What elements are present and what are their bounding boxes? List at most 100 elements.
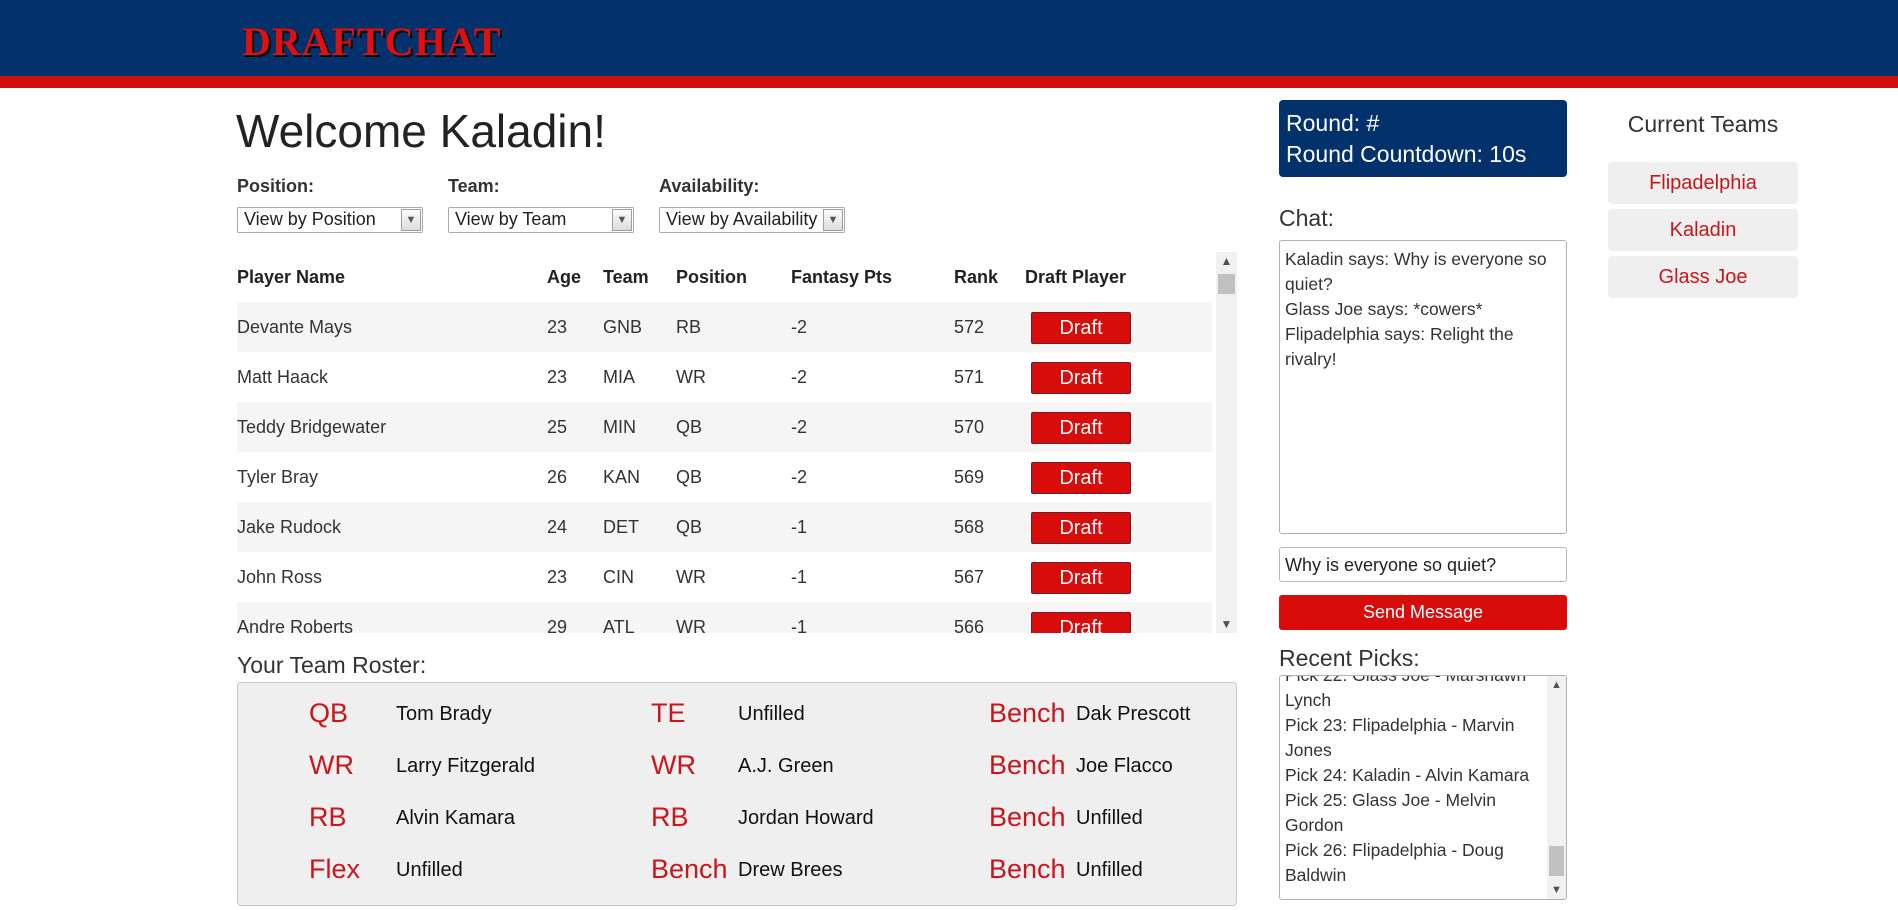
draft-button[interactable]: Draft [1031, 462, 1131, 494]
team-roster: QB Tom Brady WR Larry Fitzgerald RB Alvi… [237, 682, 1237, 906]
player-team: ATL [603, 617, 635, 633]
player-age: 26 [547, 467, 568, 487]
roster-player: Unfilled [396, 859, 463, 881]
table-row: Andre Roberts 29 ATL WR -1 566 Draft [237, 602, 1212, 633]
player-fantasy-pts: -1 [791, 517, 808, 537]
position-select[interactable]: View by Position ▼ [237, 207, 423, 233]
chat-message-input[interactable]: Why is everyone so quiet? [1279, 547, 1567, 582]
chat-message: Flipadelphia says: Relight the rivalry! [1285, 324, 1514, 369]
scroll-down-icon[interactable]: ▼ [1216, 615, 1237, 633]
round-status: Round: # Round Countdown: 10s [1279, 100, 1567, 177]
list-item: Pick 22: Glass Joe - Marshawn Lynch [1285, 675, 1527, 710]
player-name: Matt Haack [237, 367, 329, 387]
position-filter-label: Position: [237, 176, 314, 196]
draft-button[interactable]: Draft [1031, 312, 1131, 344]
draft-button[interactable]: Draft [1031, 562, 1131, 594]
table-row: Jake Rudock 24 DET QB -1 568 Draft [237, 502, 1212, 552]
draft-button[interactable]: Draft [1031, 412, 1131, 444]
table-row: Teddy Bridgewater 25 MIN QB -2 570 Draft [237, 402, 1212, 452]
list-item: Pick 23: Flipadelphia - Marvin Jones [1285, 715, 1515, 760]
availability-filter-label: Availability: [659, 176, 760, 196]
player-table[interactable]: Player Name Age Team Position Fantasy Pt… [237, 252, 1237, 633]
column-header-rank[interactable]: Rank [954, 252, 998, 302]
player-position: WR [676, 367, 706, 387]
player-age: 25 [547, 417, 568, 437]
player-rank: 567 [954, 567, 985, 587]
team-select[interactable]: View by Team ▼ [448, 207, 634, 233]
page-title: Welcome Kaladin! [236, 105, 606, 157]
round-countdown: Round Countdown: 10s [1286, 141, 1527, 167]
player-team: KAN [603, 467, 641, 487]
player-name: Andre Roberts [237, 617, 354, 633]
send-message-button[interactable]: Send Message [1279, 595, 1567, 630]
player-rank: 570 [954, 417, 985, 437]
scroll-down-icon[interactable]: ▼ [1547, 881, 1566, 899]
column-header-team[interactable]: Team [603, 252, 649, 302]
draft-button[interactable]: Draft [1031, 612, 1131, 633]
player-fantasy-pts: -1 [791, 567, 808, 587]
player-age: 23 [547, 567, 568, 587]
table-row: Tyler Bray 26 KAN QB -2 569 Draft [237, 452, 1212, 502]
recent-picks-list[interactable]: Pick 22: Glass Joe - Marshawn Lynch Pick… [1279, 675, 1567, 900]
roster-player: Jordan Howard [738, 807, 874, 829]
player-fantasy-pts: -2 [791, 317, 808, 337]
team-button-glass-joe[interactable]: Glass Joe [1608, 256, 1798, 298]
player-fantasy-pts: -2 [791, 467, 808, 487]
player-team: GNB [603, 317, 643, 337]
site-logo[interactable]: DraftChat [242, 18, 501, 65]
chevron-down-icon: ▼ [612, 209, 632, 231]
column-header-position[interactable]: Position [676, 252, 747, 302]
player-name: Devante Mays [237, 317, 353, 337]
chat-log[interactable]: Kaladin says: Why is everyone so quiet? … [1279, 240, 1567, 534]
player-name: Teddy Bridgewater [237, 417, 387, 437]
list-item: Pick 25: Glass Joe - Melvin Gordon [1285, 790, 1497, 835]
player-team: MIN [603, 417, 636, 437]
roster-player: Dak Prescott [1076, 703, 1191, 725]
player-age: 24 [547, 517, 568, 537]
column-header-age[interactable]: Age [547, 252, 581, 302]
team-button-flipadelphia[interactable]: Flipadelphia [1608, 162, 1798, 204]
scrollbar-thumb[interactable] [1549, 846, 1564, 876]
draft-button[interactable]: Draft [1031, 362, 1131, 394]
column-header-player-name[interactable]: Player Name [237, 252, 345, 302]
player-team: CIN [603, 567, 634, 587]
scroll-up-icon[interactable]: ▲ [1216, 252, 1237, 270]
position-filter: Position: View by Position ▼ [237, 176, 423, 233]
team-button-kaladin[interactable]: Kaladin [1608, 209, 1798, 251]
team-select-value: View by Team [455, 209, 567, 229]
availability-select-value: View by Availability [666, 209, 818, 229]
player-fantasy-pts: -2 [791, 417, 808, 437]
player-team: DET [603, 517, 639, 537]
list-item: Pick 26: Flipadelphia - Doug Baldwin [1285, 840, 1504, 885]
player-name: Tyler Bray [237, 467, 319, 487]
chat-message: Kaladin says: Why is everyone so quiet? [1285, 249, 1547, 294]
roster-position: QB [309, 698, 349, 728]
list-item: Pick 24: Kaladin - Alvin Kamara [1285, 765, 1530, 785]
player-rank: 568 [954, 517, 985, 537]
position-select-value: View by Position [244, 209, 376, 229]
team-filter: Team: View by Team ▼ [448, 176, 634, 233]
draft-button[interactable]: Draft [1031, 512, 1131, 544]
roster-player: Unfilled [738, 703, 805, 725]
column-header-draft-player: Draft Player [1025, 267, 1127, 287]
roster-player: A.J. Green [738, 755, 834, 777]
roster-player: Larry Fitzgerald [396, 755, 535, 777]
round-number: Round: # [1286, 110, 1380, 136]
scrollbar-thumb[interactable] [1218, 274, 1235, 294]
player-position: QB [676, 417, 703, 437]
player-table-scrollbar[interactable]: ▲ ▼ [1216, 252, 1237, 633]
column-header-fantasy-pts[interactable]: Fantasy Pts [791, 252, 892, 302]
roster-position: TE [651, 698, 686, 728]
player-rank: 566 [954, 617, 985, 633]
recent-picks-scrollbar[interactable]: ▲ ▼ [1547, 676, 1566, 899]
roster-position: Bench [989, 750, 1066, 780]
recent-picks-title: Recent Picks: [1279, 645, 1420, 671]
scroll-up-icon[interactable]: ▲ [1547, 676, 1566, 694]
roster-position: Bench [989, 802, 1066, 832]
availability-select[interactable]: View by Availability ▼ [659, 207, 845, 233]
player-position: WR [676, 617, 706, 633]
player-rank: 572 [954, 317, 985, 337]
table-row: Devante Mays 23 GNB RB -2 572 Draft [237, 302, 1212, 352]
table-row: John Ross 23 CIN WR -1 567 Draft [237, 552, 1212, 602]
player-position: QB [676, 517, 703, 537]
